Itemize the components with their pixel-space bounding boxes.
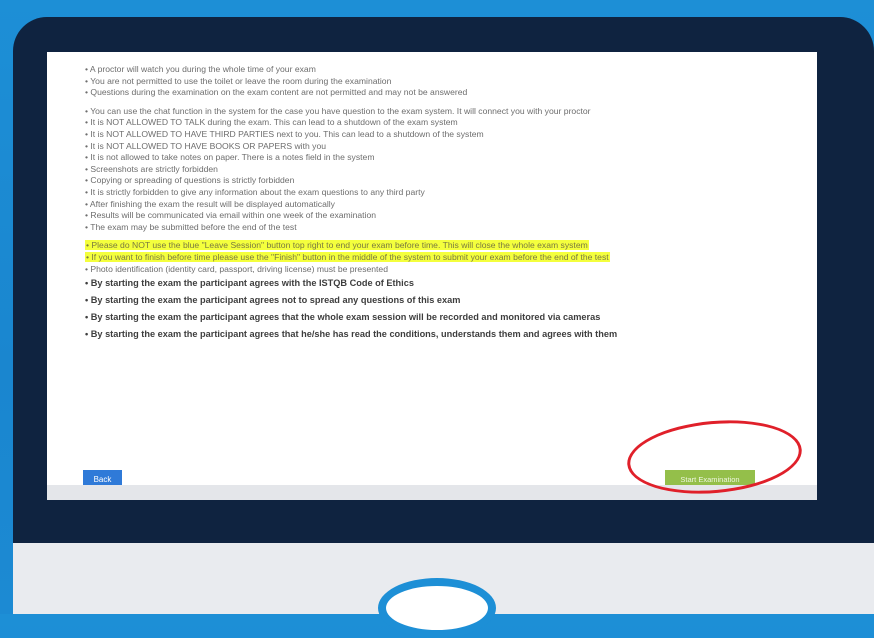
rules-list: • A proctor will watch you during the wh…: [85, 64, 810, 343]
rule-item: • You can use the chat function in the s…: [85, 105, 591, 116]
rule-item: • It is strictly forbidden to give any i…: [85, 186, 425, 197]
agreement-item: • By starting the exam the participant a…: [85, 312, 601, 323]
rule-item: • It is NOT ALLOWED TO TALK during the e…: [85, 117, 458, 128]
monitor-frame: • A proctor will watch you during the wh…: [13, 17, 874, 614]
rule-item: • Copying or spreading of questions is s…: [85, 175, 295, 186]
power-button: [378, 578, 496, 638]
highlighted-rule-container: • Please do NOT use the blue "Leave Sess…: [85, 240, 810, 252]
rule-item: • You are not permitted to use the toile…: [85, 75, 392, 86]
highlighted-rule: • If you want to finish before time plea…: [85, 251, 610, 262]
agreement-item: • By starting the exam the participant a…: [85, 295, 461, 306]
rule-item: • Questions during the examination on th…: [85, 87, 468, 98]
rule-item: • Screenshots are strictly forbidden: [85, 163, 218, 174]
photo-id-rule: • Photo identification (identity card, p…: [85, 263, 388, 274]
rule-item: • It is not allowed to take notes on pap…: [85, 152, 375, 163]
rule-item: • The exam may be submitted before the e…: [85, 221, 297, 232]
rule-item: • It is NOT ALLOWED TO HAVE BOOKS OR PAP…: [85, 140, 326, 151]
agreement-item: • By starting the exam the participant a…: [85, 329, 618, 340]
highlighted-rule: • Please do NOT use the blue "Leave Sess…: [85, 240, 589, 251]
rule-item: • It is NOT ALLOWED TO HAVE THIRD PARTIE…: [85, 128, 484, 139]
rule-item: • A proctor will watch you during the wh…: [85, 64, 316, 74]
rule-item: • Results will be communicated via email…: [85, 210, 377, 221]
rule-item: • After finishing the exam the result wi…: [85, 198, 335, 209]
agreement-item: • By starting the exam the participant a…: [85, 278, 414, 289]
highlighted-rule-container: • If you want to finish before time plea…: [85, 251, 810, 264]
